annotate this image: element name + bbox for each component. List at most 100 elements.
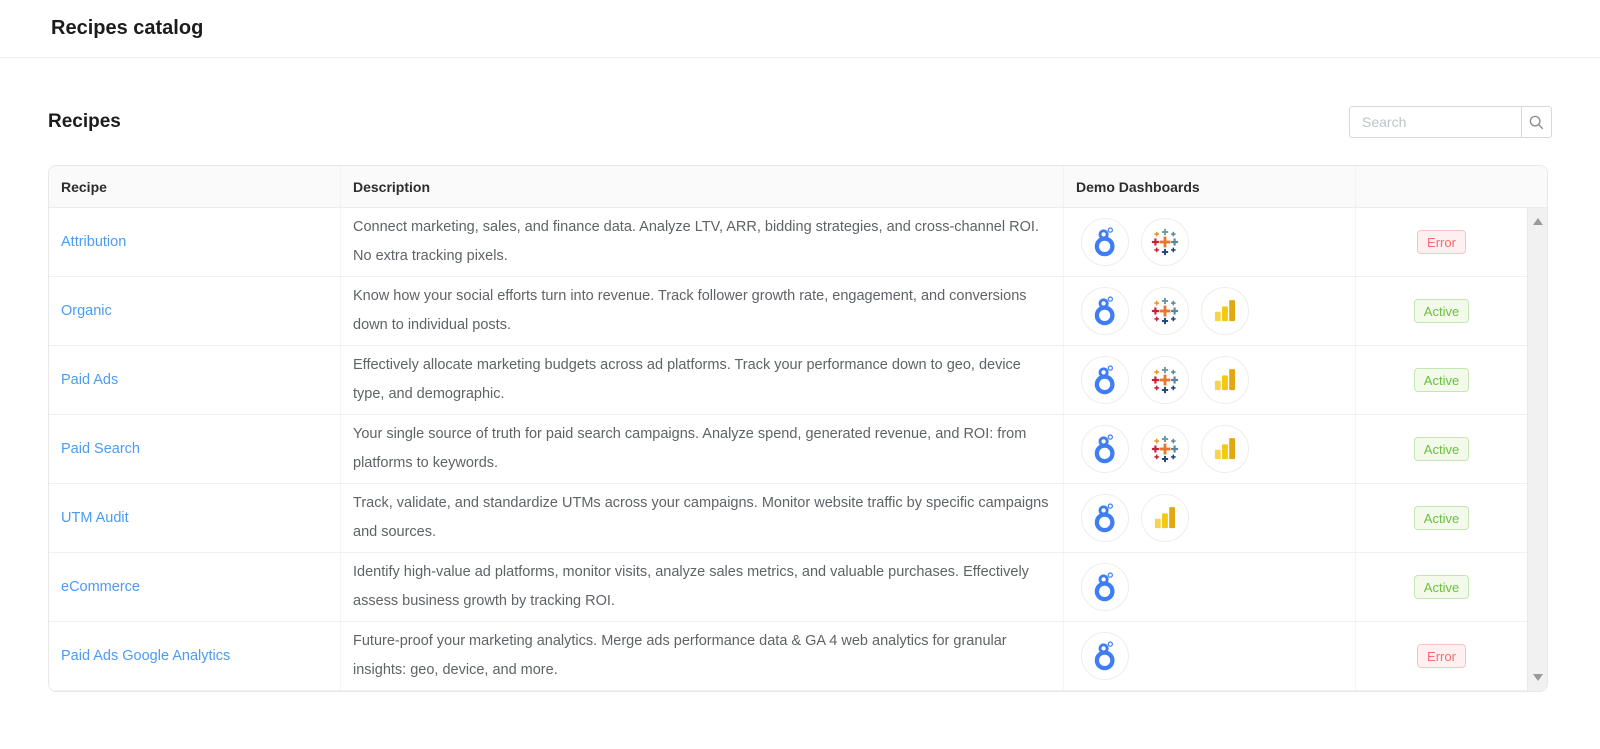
description-cell: Identify high-value ad platforms, monito… bbox=[341, 553, 1064, 621]
tableau-icon-button[interactable] bbox=[1141, 425, 1189, 473]
power-bi-icon bbox=[1211, 297, 1239, 325]
looker-studio-icon bbox=[1090, 296, 1121, 327]
topbar: Recipes catalog bbox=[0, 0, 1600, 58]
page-title: Recipes catalog bbox=[51, 17, 203, 40]
dashboards-cell bbox=[1064, 415, 1356, 483]
power-bi-icon bbox=[1211, 435, 1239, 463]
description-cell: Know how your social efforts turn into r… bbox=[341, 277, 1064, 345]
recipe-cell: Attribution bbox=[49, 208, 341, 276]
search-group bbox=[1349, 106, 1552, 138]
description-cell: Future-proof your marketing analytics. M… bbox=[341, 622, 1064, 690]
tableau-icon bbox=[1150, 365, 1180, 395]
content-header: Recipes bbox=[48, 104, 1552, 140]
power-bi-icon-button[interactable] bbox=[1141, 494, 1189, 542]
recipes-table: Recipe Description Demo Dashboards Attri… bbox=[48, 165, 1548, 692]
power-bi-icon-button[interactable] bbox=[1201, 356, 1249, 404]
recipe-description: Identify high-value ad platforms, monito… bbox=[353, 558, 1051, 616]
recipe-link[interactable]: eCommerce bbox=[61, 579, 140, 595]
power-bi-icon-button[interactable] bbox=[1201, 425, 1249, 473]
description-cell: Effectively allocate marketing budgets a… bbox=[341, 346, 1064, 414]
recipe-cell: eCommerce bbox=[49, 553, 341, 621]
looker-studio-icon bbox=[1090, 365, 1121, 396]
status-cell: Active bbox=[1356, 484, 1527, 552]
looker-studio-icon bbox=[1090, 503, 1121, 534]
recipe-cell: Paid Ads bbox=[49, 346, 341, 414]
section-heading: Recipes bbox=[48, 111, 121, 133]
scroll-up-icon[interactable] bbox=[1533, 218, 1543, 225]
page: Recipes catalog Recipes Recipe bbox=[0, 0, 1600, 692]
tableau-icon-button[interactable] bbox=[1141, 287, 1189, 335]
status-badge: Error bbox=[1417, 230, 1466, 254]
status-badge: Active bbox=[1414, 299, 1469, 323]
dashboards-cell bbox=[1064, 346, 1356, 414]
dashboards-cell bbox=[1064, 484, 1356, 552]
looker-studio-icon bbox=[1090, 434, 1121, 465]
column-header-demo-dashboards: Demo Dashboards bbox=[1064, 166, 1356, 207]
table-row: Paid Ads Google Analytics Future-proof y… bbox=[49, 622, 1527, 691]
description-cell: Your single source of truth for paid sea… bbox=[341, 415, 1064, 483]
status-cell: Active bbox=[1356, 415, 1527, 483]
status-badge: Active bbox=[1414, 506, 1469, 530]
looker-studio-icon bbox=[1090, 572, 1121, 603]
description-cell: Connect marketing, sales, and finance da… bbox=[341, 208, 1064, 276]
recipe-link[interactable]: UTM Audit bbox=[61, 510, 129, 526]
status-badge: Error bbox=[1417, 644, 1466, 668]
looker-studio-icon-button[interactable] bbox=[1081, 356, 1129, 404]
looker-studio-icon-button[interactable] bbox=[1081, 218, 1129, 266]
recipe-cell: Paid Ads Google Analytics bbox=[49, 622, 341, 690]
status-cell: Error bbox=[1356, 208, 1527, 276]
description-cell: Track, validate, and standardize UTMs ac… bbox=[341, 484, 1064, 552]
vertical-scrollbar[interactable] bbox=[1527, 208, 1547, 691]
looker-studio-icon bbox=[1090, 227, 1121, 258]
table-row: Paid Search Your single source of truth … bbox=[49, 415, 1527, 484]
table-body: Attribution Connect marketing, sales, an… bbox=[49, 208, 1547, 691]
tableau-icon-button[interactable] bbox=[1141, 356, 1189, 404]
dashboards-cell bbox=[1064, 277, 1356, 345]
looker-studio-icon-button[interactable] bbox=[1081, 632, 1129, 680]
dashboards-cell bbox=[1064, 208, 1356, 276]
recipe-link[interactable]: Paid Ads bbox=[61, 372, 118, 388]
search-input[interactable] bbox=[1349, 106, 1521, 138]
tableau-icon bbox=[1150, 296, 1180, 326]
column-header-status bbox=[1356, 166, 1547, 207]
main-content: Recipes Recipe Description Demo Dashboa bbox=[0, 104, 1600, 692]
recipe-link[interactable]: Attribution bbox=[61, 234, 126, 250]
looker-studio-icon-button[interactable] bbox=[1081, 494, 1129, 542]
looker-studio-icon-button[interactable] bbox=[1081, 287, 1129, 335]
tableau-icon-button[interactable] bbox=[1141, 218, 1189, 266]
table-row: eCommerce Identify high-value ad platfor… bbox=[49, 553, 1527, 622]
table-header-row: Recipe Description Demo Dashboards bbox=[49, 166, 1547, 208]
looker-studio-icon bbox=[1090, 641, 1121, 672]
recipe-description: Effectively allocate marketing budgets a… bbox=[353, 351, 1051, 409]
column-header-recipe: Recipe bbox=[49, 166, 341, 207]
recipe-description: Know how your social efforts turn into r… bbox=[353, 282, 1051, 340]
looker-studio-icon-button[interactable] bbox=[1081, 425, 1129, 473]
status-cell: Active bbox=[1356, 346, 1527, 414]
status-cell: Error bbox=[1356, 622, 1527, 690]
recipe-description: Future-proof your marketing analytics. M… bbox=[353, 627, 1051, 685]
looker-studio-icon-button[interactable] bbox=[1081, 563, 1129, 611]
status-badge: Active bbox=[1414, 368, 1469, 392]
table-row: Organic Know how your social efforts tur… bbox=[49, 277, 1527, 346]
search-button[interactable] bbox=[1521, 106, 1552, 138]
tableau-icon bbox=[1150, 434, 1180, 464]
recipe-cell: Organic bbox=[49, 277, 341, 345]
recipe-description: Track, validate, and standardize UTMs ac… bbox=[353, 489, 1051, 547]
dashboards-cell bbox=[1064, 553, 1356, 621]
table-row: Attribution Connect marketing, sales, an… bbox=[49, 208, 1527, 277]
scroll-down-icon[interactable] bbox=[1533, 674, 1543, 681]
recipe-cell: Paid Search bbox=[49, 415, 341, 483]
column-header-description: Description bbox=[341, 166, 1064, 207]
power-bi-icon bbox=[1211, 366, 1239, 394]
recipe-link[interactable]: Paid Search bbox=[61, 441, 140, 457]
recipe-link[interactable]: Organic bbox=[61, 303, 112, 319]
recipe-cell: UTM Audit bbox=[49, 484, 341, 552]
status-cell: Active bbox=[1356, 277, 1527, 345]
recipe-link[interactable]: Paid Ads Google Analytics bbox=[61, 648, 230, 664]
power-bi-icon bbox=[1151, 504, 1179, 532]
status-badge: Active bbox=[1414, 575, 1469, 599]
status-cell: Active bbox=[1356, 553, 1527, 621]
recipe-description: Connect marketing, sales, and finance da… bbox=[353, 213, 1051, 271]
power-bi-icon-button[interactable] bbox=[1201, 287, 1249, 335]
table-row: Paid Ads Effectively allocate marketing … bbox=[49, 346, 1527, 415]
